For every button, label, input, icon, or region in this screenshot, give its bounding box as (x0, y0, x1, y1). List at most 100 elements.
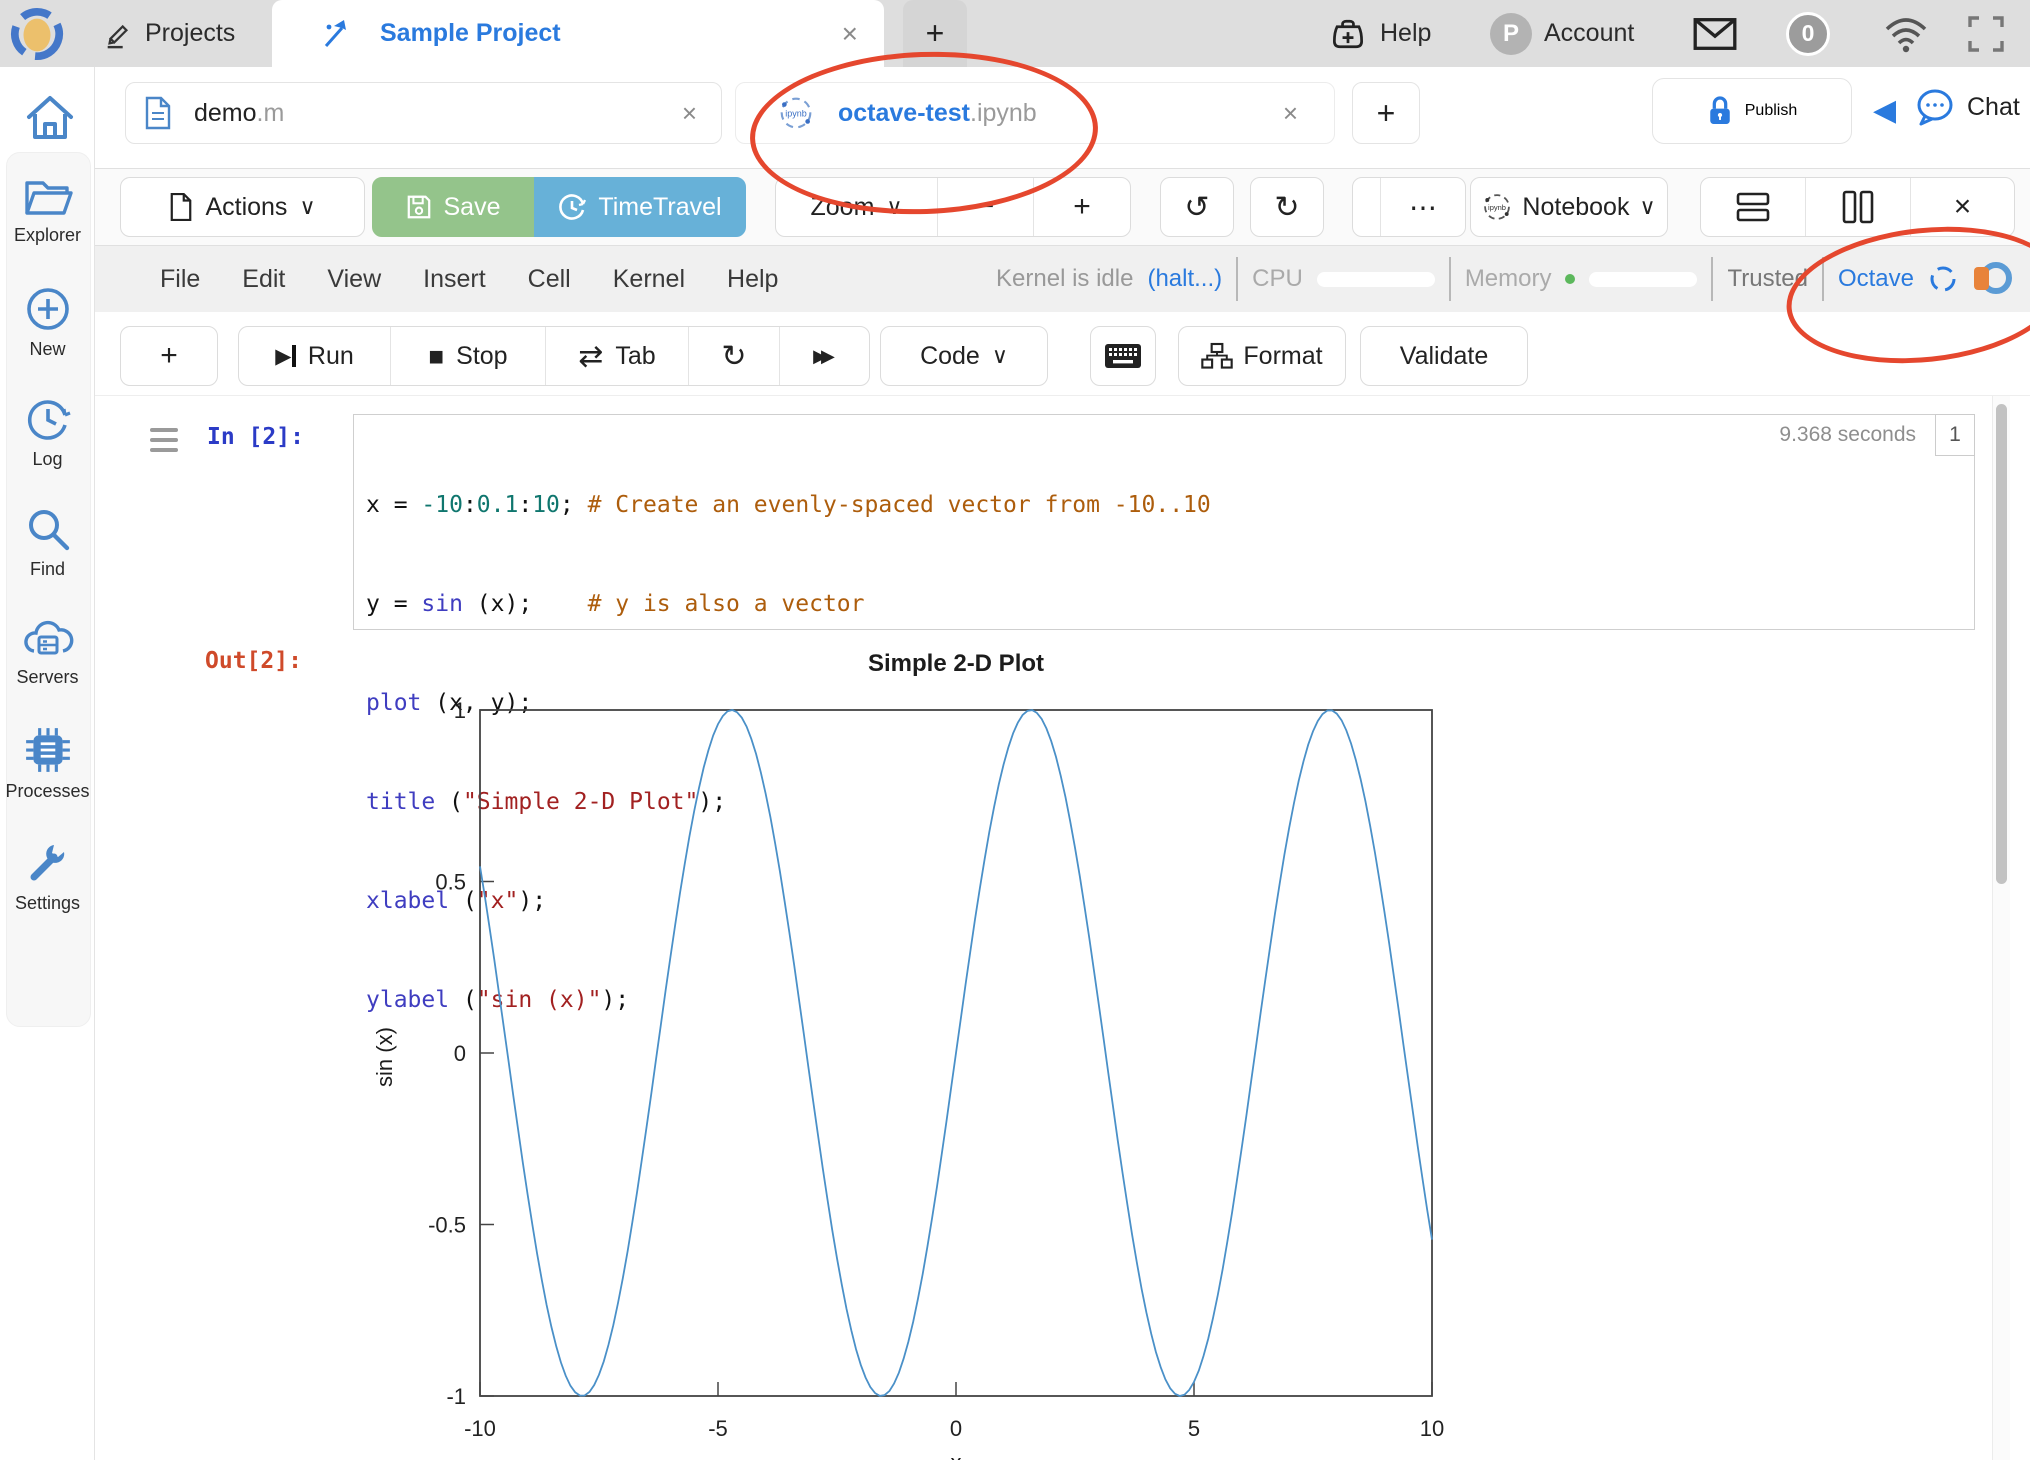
stop-button[interactable]: ■ Stop (391, 327, 546, 385)
close-project-tab-icon[interactable]: × (842, 18, 858, 50)
tab-complete-button[interactable]: ⇄ Tab (546, 327, 689, 385)
project-tab[interactable]: Sample Project × (272, 0, 884, 67)
menu-insert[interactable]: Insert (423, 265, 486, 294)
sidebar-item-label: Explorer (14, 225, 81, 246)
search-icon (24, 505, 72, 553)
close-tab-icon[interactable]: × (1283, 98, 1298, 129)
more-button[interactable]: ⋯ (1381, 178, 1465, 236)
connection-button[interactable] (1882, 0, 1930, 67)
zoom-dropdown[interactable]: Zoom ∨ (776, 178, 938, 236)
sidebar-item-label: Settings (15, 893, 80, 914)
project-icon (320, 18, 352, 50)
split-horizontal-button[interactable] (1701, 178, 1806, 236)
run-all-button[interactable]: ▶▶ (780, 327, 868, 385)
new-top-tab-button[interactable]: + (903, 0, 967, 67)
file-tab-ext: .ipynb (970, 99, 1037, 128)
frame-toolbar: Actions ∨ Save TimeTravel Zoom ∨ − (95, 168, 2030, 246)
zoom-label: Zoom (810, 193, 874, 222)
notebook-dropdown[interactable]: ipynb Notebook ∨ (1470, 177, 1668, 237)
redo-button[interactable]: ↻ (1250, 177, 1324, 237)
menu-view[interactable]: View (327, 265, 381, 294)
kernel-name-link[interactable]: Octave (1838, 265, 1914, 293)
divider (1236, 257, 1238, 301)
code-line: x = -10:0.1:10; # Create an evenly-space… (366, 489, 1962, 522)
menu-edit[interactable]: Edit (242, 265, 285, 294)
keyboard-shortcuts-button[interactable] (1090, 326, 1156, 386)
sidebar-item-settings[interactable]: Settings (0, 839, 95, 914)
lock-icon (1707, 95, 1733, 127)
publish-label: Publish (1745, 102, 1797, 120)
sidebar-item-processes[interactable]: Processes (0, 725, 95, 802)
chevron-down-icon: ∨ (886, 194, 902, 220)
close-tab-icon[interactable]: × (682, 98, 697, 129)
clock-history-icon (24, 395, 72, 443)
run-button[interactable]: ▶ Run (239, 327, 391, 385)
zoom-in-button[interactable]: + (1034, 178, 1130, 236)
sidebar-item-new[interactable]: New (0, 285, 95, 360)
fullscreen-button[interactable] (1966, 0, 2006, 67)
zoom-out-button[interactable]: − (938, 178, 1034, 236)
save-floppy-icon (406, 194, 432, 220)
code-editor[interactable]: x = -10:0.1:10; # Create an evenly-space… (353, 414, 1975, 630)
code-label: Code (920, 342, 980, 371)
ellipsis-icon: ⋯ (1409, 191, 1437, 224)
app-logo[interactable] (10, 0, 64, 67)
sidebar-item-explorer[interactable]: Explorer (0, 175, 95, 246)
restart-kernel-button[interactable]: ↻ (689, 327, 780, 385)
svg-text:-10: -10 (464, 1416, 496, 1441)
menu-cell[interactable]: Cell (528, 265, 571, 294)
clipped-button[interactable] (1353, 178, 1381, 236)
pencil-icon (103, 19, 133, 49)
validate-button[interactable]: Validate (1360, 326, 1528, 386)
publish-button[interactable]: Publish (1652, 78, 1852, 144)
actions-button[interactable]: Actions ∨ (120, 177, 365, 237)
collapse-chat-icon[interactable]: ◀ (1873, 93, 1896, 128)
insert-cell-button[interactable]: + (120, 326, 218, 386)
avatar: P (1490, 13, 1532, 55)
close-frame-button[interactable]: × (1911, 178, 2014, 236)
split-vertical-button[interactable] (1806, 178, 1911, 236)
file-tab-demo[interactable]: demo.m × (125, 82, 722, 144)
notebook-cells: In [2]: x = -10:0.1:10; # Create an even… (95, 396, 2030, 1460)
save-button[interactable]: Save (372, 177, 534, 237)
save-label: Save (444, 193, 501, 222)
home-icon[interactable] (22, 89, 78, 143)
chat-label: Chat (1967, 93, 2020, 122)
plot-xlabel: x (350, 1450, 1510, 1460)
new-file-tab-button[interactable]: + (1352, 82, 1420, 144)
chat-button[interactable]: Chat (1913, 85, 2020, 129)
sidebar-item-log[interactable]: Log (0, 395, 95, 470)
svg-text:-0.5: -0.5 (428, 1213, 466, 1238)
cell-drag-handle-icon[interactable] (150, 428, 178, 458)
file-tab-name: demo (194, 99, 257, 128)
sidebar-item-find[interactable]: Find (0, 505, 95, 580)
file-tab-octave-test[interactable]: ipynb octave-test.ipynb × (735, 82, 1335, 144)
format-button[interactable]: Format (1178, 326, 1346, 386)
menu-help[interactable]: Help (727, 265, 778, 294)
more-tools-group: ⋯ (1352, 177, 1466, 237)
ipynb-icon: ipynb (778, 95, 814, 131)
plus-icon: + (1073, 190, 1091, 224)
divider (1711, 257, 1713, 301)
messages-button[interactable] (1693, 0, 1737, 67)
halt-link[interactable]: (halt...) (1147, 265, 1222, 293)
projects-button[interactable]: Projects (103, 0, 235, 67)
trusted-label: Trusted (1727, 265, 1807, 293)
menu-file[interactable]: File (160, 265, 200, 294)
cell-type-dropdown[interactable]: Code ∨ (880, 326, 1048, 386)
help-button[interactable]: Help (1328, 0, 1431, 67)
stop-icon: ■ (428, 341, 444, 372)
undo-button[interactable]: ↺ (1160, 177, 1234, 237)
account-button[interactable]: P Account (1490, 0, 1634, 67)
chevron-down-icon: ∨ (1639, 194, 1655, 220)
notifications-button[interactable]: 0 (1786, 0, 1830, 67)
octave-logo-icon[interactable] (1972, 261, 2012, 297)
cell-number-badge: 1 (1935, 414, 1975, 456)
scrollbar-thumb[interactable] (1996, 404, 2007, 884)
timetravel-button[interactable]: TimeTravel (534, 177, 746, 237)
chevron-down-icon: ∨ (299, 194, 315, 220)
sidebar-item-servers[interactable]: Servers (0, 615, 95, 688)
scrollbar-track[interactable] (1992, 396, 2010, 1460)
menu-kernel[interactable]: Kernel (613, 265, 685, 294)
plus-icon: + (1377, 95, 1396, 132)
